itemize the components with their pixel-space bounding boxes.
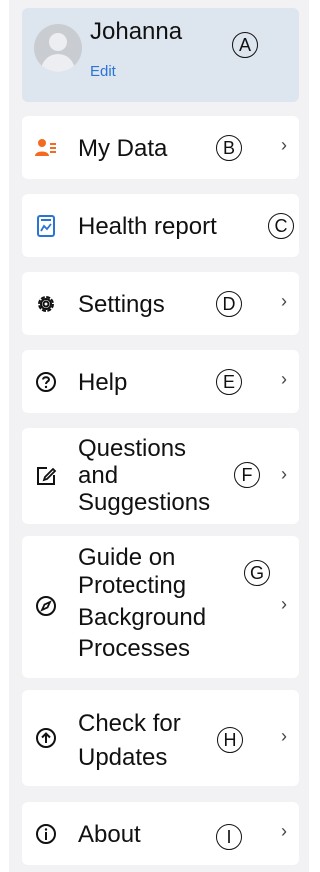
gear-icon	[34, 292, 58, 316]
menu-item-about[interactable]: About I ›	[22, 802, 299, 865]
compass-icon	[34, 594, 58, 618]
chevron-right-icon: ›	[281, 135, 287, 155]
chevron-right-icon: ›	[281, 464, 287, 484]
marker-a: A	[232, 32, 258, 58]
chevron-right-icon: ›	[281, 594, 287, 614]
menu-label-questions-line1: Questions	[78, 435, 187, 462]
menu-label-guide-line3: Background	[78, 604, 207, 631]
menu-label-updates-line1: Check for	[78, 710, 181, 737]
chevron-right-icon: ›	[281, 369, 287, 389]
marker-i: I	[216, 824, 242, 850]
menu-label-guide-line2: Protecting	[78, 572, 187, 599]
info-icon	[34, 822, 58, 846]
menu-item-my-data[interactable]: My Data B ›	[22, 116, 299, 179]
menu-label-questions-line3: Suggestions	[78, 489, 211, 516]
marker-g: G	[244, 560, 270, 586]
menu-label-settings: Settings	[78, 291, 165, 318]
marker-f: F	[234, 462, 260, 488]
marker-e: E	[216, 369, 242, 395]
upload-icon	[34, 726, 58, 750]
menu-label-questions-line2: and	[78, 462, 119, 489]
user-list-icon	[34, 136, 58, 160]
help-icon	[34, 370, 58, 394]
menu-item-help[interactable]: Help E ›	[22, 350, 299, 413]
marker-c: C	[268, 213, 294, 239]
menu-label-guide-line1: Guide on	[78, 544, 176, 571]
profile-name: Johanna	[90, 18, 183, 45]
report-chart-icon	[34, 214, 58, 238]
menu-item-health-report[interactable]: Health report C	[22, 194, 299, 257]
menu-item-questions-suggestions[interactable]: Questions and Suggestions F ›	[22, 428, 299, 524]
menu-label-about: About	[78, 821, 141, 848]
menu-item-settings[interactable]: Settings D ›	[22, 272, 299, 335]
marker-d: D	[216, 291, 242, 317]
menu-label-my-data: My Data	[78, 135, 168, 162]
edit-profile-link[interactable]: Edit	[90, 63, 116, 80]
chevron-right-icon: ›	[281, 821, 287, 841]
menu-label-guide-line4: Processes	[78, 635, 191, 662]
menu-label-health-report: Health report	[78, 213, 217, 240]
marker-h: H	[217, 727, 243, 753]
chevron-right-icon: ›	[281, 726, 287, 746]
menu-item-background-guide[interactable]: Guide on Protecting Background Processes…	[22, 536, 299, 678]
avatar[interactable]	[34, 24, 82, 72]
chevron-right-icon: ›	[281, 291, 287, 311]
menu-label-help: Help	[78, 369, 128, 396]
edit-note-icon	[34, 464, 58, 488]
marker-b: B	[216, 135, 242, 161]
profile-card[interactable]: Johanna Edit A	[22, 8, 299, 102]
menu-label-updates-line2: Updates	[78, 744, 168, 771]
menu-item-check-updates[interactable]: Check for Updates H ›	[22, 690, 299, 786]
